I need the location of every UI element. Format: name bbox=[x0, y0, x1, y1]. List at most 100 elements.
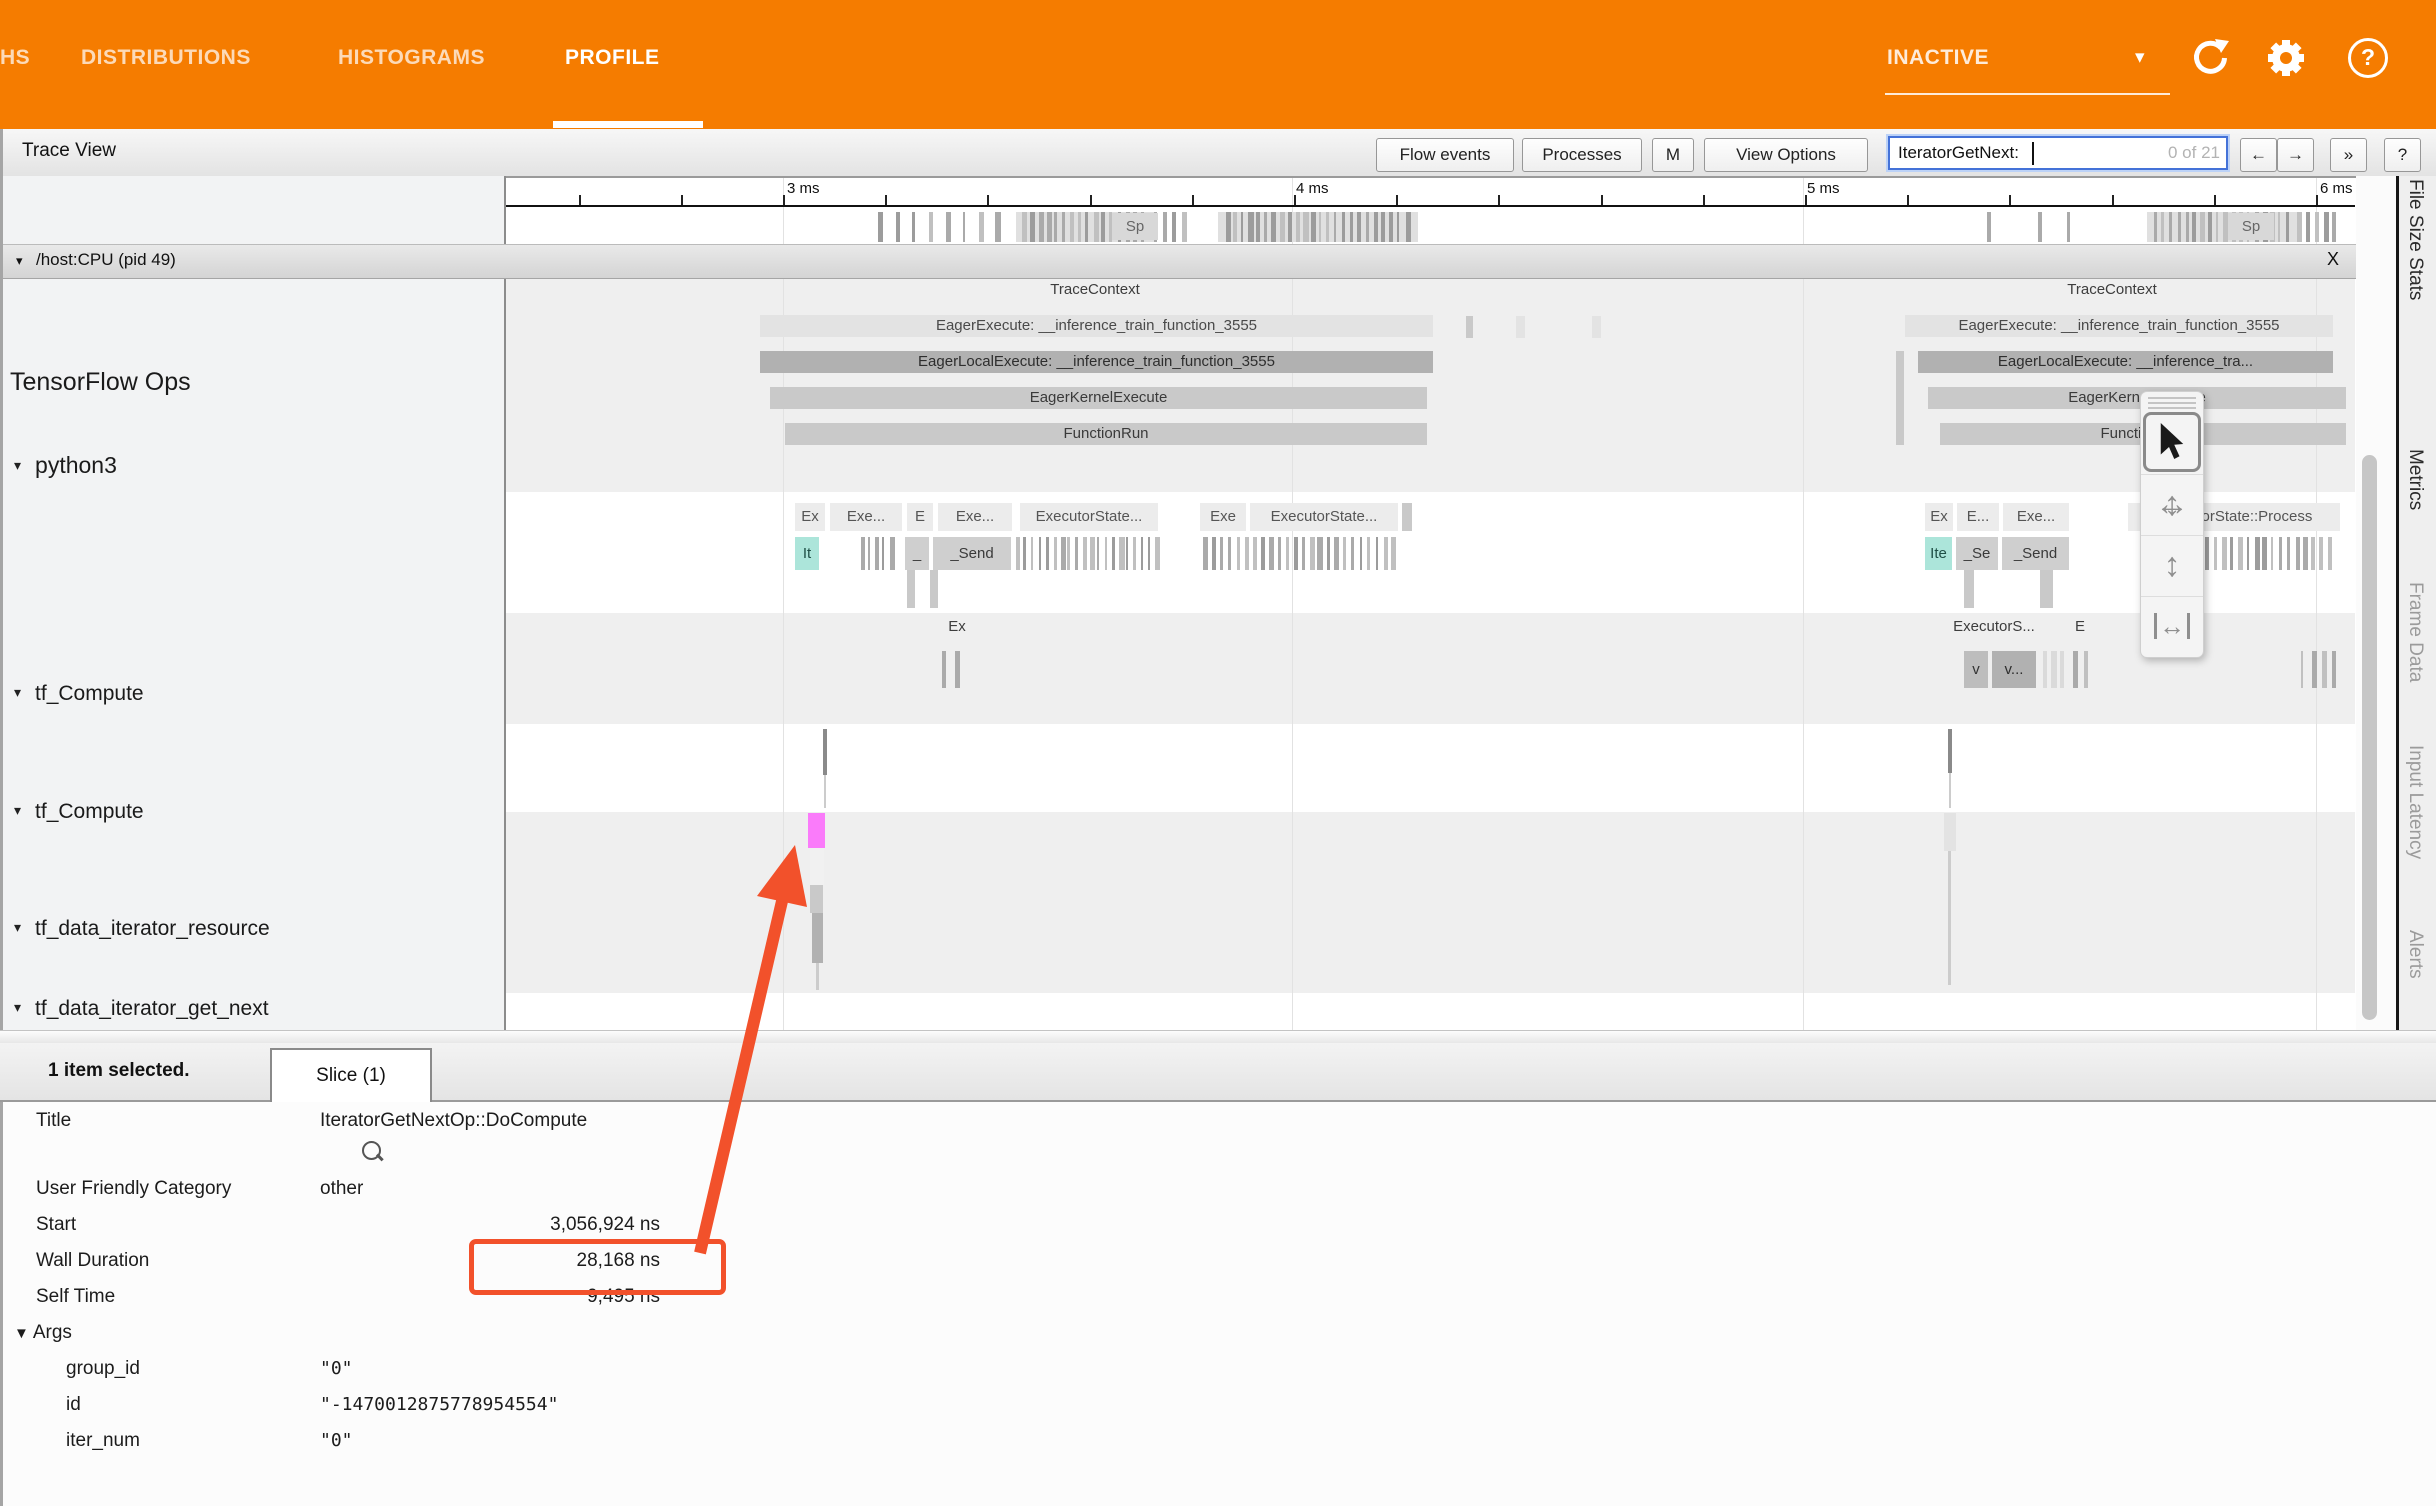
trace-event[interactable] bbox=[1896, 351, 1904, 445]
collapse-triangle-icon[interactable]: ▾ bbox=[14, 802, 21, 818]
trace-event[interactable]: E bbox=[907, 503, 933, 531]
trace-event[interactable]: FunctionRun bbox=[785, 423, 1427, 445]
trace-event[interactable]: Sp bbox=[1112, 213, 1158, 240]
trace-event[interactable]: EagerLocalExecute: __inference_train_fun… bbox=[760, 351, 1433, 373]
trace-tick-mark bbox=[1342, 212, 1346, 242]
tensorflow-ops-label: TensorFlow Ops bbox=[10, 368, 191, 397]
trace-tick-mark bbox=[1310, 537, 1315, 570]
trace-tick-mark bbox=[878, 212, 883, 242]
trace-tick-mark bbox=[1075, 537, 1078, 570]
timing-tool-button[interactable]: ↔ bbox=[2141, 596, 2203, 657]
sidebar-tab-alerts[interactable]: Alerts bbox=[2404, 930, 2426, 979]
trace-event[interactable] bbox=[1466, 316, 1473, 338]
trace-event[interactable]: Sp bbox=[2228, 213, 2274, 240]
trace-tick-mark bbox=[1039, 212, 1044, 242]
trace-event[interactable] bbox=[930, 570, 938, 608]
trace-tick-mark bbox=[2286, 212, 2289, 242]
trace-event[interactable]: _ bbox=[905, 537, 929, 570]
trace-tick-mark bbox=[1374, 212, 1378, 242]
trace-event[interactable]: v... bbox=[1992, 651, 2036, 688]
trace-tick-mark bbox=[1366, 212, 1368, 242]
trace-event[interactable] bbox=[1516, 316, 1525, 338]
close-device-button[interactable]: X bbox=[2320, 249, 2346, 270]
trace-event[interactable]: _Send bbox=[2002, 537, 2069, 570]
track-label-python3[interactable]: ▾python3 bbox=[14, 452, 117, 479]
axis-time-label: 4 ms bbox=[1296, 180, 1366, 198]
collapse-triangle-icon[interactable]: ▾ bbox=[14, 919, 21, 935]
trace-event[interactable]: Exe... bbox=[938, 503, 1012, 531]
trace-event[interactable] bbox=[810, 848, 824, 885]
trace-tick-mark bbox=[1212, 537, 1217, 570]
device-header[interactable]: ▾ /host:CPU (pid 49) X bbox=[0, 244, 2356, 279]
collapse-triangle-icon[interactable]: ▾ bbox=[14, 457, 21, 473]
trace-event[interactable] bbox=[1944, 813, 1956, 851]
collapse-triangle-icon[interactable]: ▾ bbox=[14, 684, 21, 700]
magnifier-icon[interactable] bbox=[362, 1141, 381, 1160]
trace-event[interactable] bbox=[1964, 570, 1974, 608]
trace-event[interactable] bbox=[1949, 773, 1951, 808]
track-label-tf-compute[interactable]: ▾tf_Compute bbox=[14, 682, 144, 706]
trace-event[interactable]: _Send bbox=[933, 537, 1011, 570]
slice-tab[interactable]: Slice (1) bbox=[270, 1048, 432, 1104]
trace-tick-mark bbox=[946, 212, 951, 242]
trace-event[interactable] bbox=[816, 963, 819, 990]
pan-tool-button[interactable]: ↔ ↕ bbox=[2141, 474, 2203, 535]
trace-tick-mark bbox=[2060, 651, 2064, 688]
sidebar-tab-metrics[interactable]: Metrics bbox=[2404, 449, 2426, 510]
sidebar-tab-frame-data[interactable]: Frame Data bbox=[2404, 582, 2426, 682]
trace-event[interactable]: EagerLocalExecute: __inference_tra... bbox=[1918, 351, 2333, 373]
trace-event[interactable] bbox=[812, 913, 823, 963]
trace-tick-mark bbox=[2238, 537, 2244, 570]
trace-event[interactable]: ExecutorState... bbox=[1250, 503, 1398, 531]
trace-event[interactable]: EagerKernelExecute bbox=[1928, 387, 2346, 409]
trace-event[interactable]: _Se bbox=[1956, 537, 1998, 570]
trace-event[interactable]: ExecutorState... bbox=[1020, 503, 1158, 531]
trace-tick-mark bbox=[2208, 212, 2212, 242]
track-label-tf-compute[interactable]: ▾tf_Compute bbox=[14, 800, 144, 824]
trace-event[interactable]: Exe... bbox=[2003, 503, 2069, 531]
trace-event[interactable]: v bbox=[1964, 651, 1988, 688]
trace-event[interactable]: Ex bbox=[1925, 503, 1953, 531]
args-section[interactable]: ▼Args bbox=[14, 1322, 72, 1344]
drag-handle-icon[interactable] bbox=[2148, 397, 2196, 409]
trace-event[interactable] bbox=[823, 729, 827, 775]
trace-event[interactable]: EagerKernelExecute bbox=[770, 387, 1427, 409]
scrollbar-thumb[interactable] bbox=[2362, 455, 2377, 1020]
select-tool-button[interactable] bbox=[2143, 412, 2201, 472]
trace-event[interactable]: EagerExecute: __inference_train_function… bbox=[1905, 315, 2333, 337]
trace-event[interactable]: It bbox=[795, 537, 819, 570]
trace-event[interactable] bbox=[1948, 851, 1951, 985]
trace-tick-mark bbox=[1163, 212, 1168, 242]
trace-event[interactable]: Ite bbox=[1925, 537, 1952, 570]
trace-tick-mark bbox=[1317, 537, 1322, 570]
collapse-triangle-icon[interactable]: ▾ bbox=[14, 999, 21, 1015]
trace-event[interactable] bbox=[2040, 570, 2053, 608]
trace-event[interactable]: EagerExecute: __inference_train_function… bbox=[760, 315, 1433, 337]
trace-event[interactable] bbox=[810, 885, 823, 913]
trace-event[interactable]: E... bbox=[1957, 503, 1999, 531]
trace-tick-mark bbox=[955, 651, 960, 688]
trace-event[interactable] bbox=[1948, 729, 1952, 773]
timing-icon: ↔ bbox=[2154, 613, 2190, 639]
collapse-triangle-icon[interactable]: ▾ bbox=[16, 253, 23, 269]
trace-event[interactable] bbox=[808, 813, 825, 848]
trace-tick-mark bbox=[1326, 212, 1329, 242]
trace-event[interactable] bbox=[824, 775, 826, 808]
trace-event[interactable]: Exe... bbox=[830, 503, 902, 531]
trace-event[interactable]: Ex bbox=[795, 503, 825, 531]
collapse-triangle-icon: ▼ bbox=[14, 1325, 29, 1342]
trace-tick-mark bbox=[1357, 212, 1360, 242]
trace-event[interactable] bbox=[907, 570, 915, 608]
track-label-tf-data-iterator-resource[interactable]: ▾tf_data_iterator_resource bbox=[14, 917, 270, 941]
trace-tick-mark bbox=[1253, 537, 1257, 570]
sidebar-tab-file-size-stats[interactable]: File Size Stats bbox=[2404, 179, 2426, 300]
trace-tick-mark bbox=[1391, 537, 1396, 570]
trace-event[interactable] bbox=[1402, 503, 1412, 531]
panel-divider[interactable] bbox=[0, 1030, 2436, 1044]
sidebar-tab-input-latency[interactable]: Input Latency bbox=[2404, 745, 2426, 859]
trace-event[interactable]: Exe bbox=[1200, 503, 1246, 531]
zoom-tool-button[interactable]: ↕ bbox=[2141, 535, 2203, 596]
track-label-tf-data-iterator-get-next[interactable]: ▾tf_data_iterator_get_next bbox=[14, 997, 269, 1021]
axis-tick bbox=[1294, 195, 1296, 205]
trace-event[interactable] bbox=[1592, 316, 1601, 338]
